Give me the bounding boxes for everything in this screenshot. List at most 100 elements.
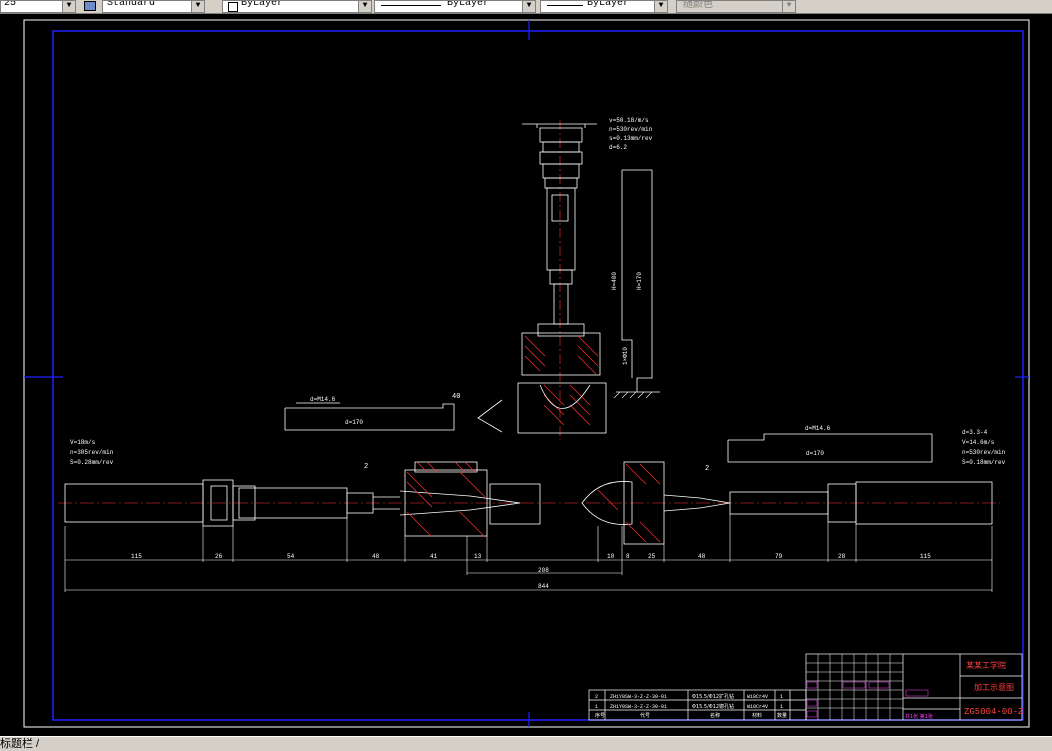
top-note-line: d=6.2: [609, 144, 627, 151]
drawing-frame: [52, 30, 1024, 721]
part-no: 1: [595, 704, 598, 710]
header-no: 序号: [595, 712, 605, 719]
school-name: 某某工学院: [966, 660, 1006, 670]
top-note-line: s=0.13mm/rev: [609, 135, 653, 142]
bubble-2b: 2: [705, 465, 709, 473]
drawing-number: ZG5004-00-Z: [964, 707, 1024, 717]
top-note-line: n=530rev/min: [609, 126, 653, 133]
color-swatch-icon: [228, 2, 238, 12]
sheet-border: [23, 19, 1030, 728]
scale-value: 25: [4, 0, 17, 9]
left-note-line: n=305rev/min: [70, 449, 114, 456]
part-material: W18Cr4V: [747, 694, 768, 700]
chevron-down-icon[interactable]: ▼: [62, 1, 75, 12]
dim-value: 8: [626, 553, 630, 560]
left-slide: [284, 402, 455, 431]
right-note-line: V=14.6m/s: [962, 439, 995, 446]
dim-value: 79: [775, 553, 783, 560]
part-name: Φ15.5/Φ12锪孔钻: [692, 703, 734, 710]
dim-value: 54: [287, 553, 295, 560]
right-bar-value: d=170: [806, 450, 824, 457]
linetype-preview: [381, 5, 441, 6]
dim-value: 115: [131, 553, 142, 560]
dim-value: 28: [838, 553, 846, 560]
vertical-label-3: 1×Φ10: [622, 347, 629, 365]
dim-value: 115: [920, 553, 931, 560]
dim-value: 13: [474, 553, 482, 560]
part-code: ZH1Y0SW-3-Z-Z-30-01: [610, 694, 667, 700]
dim-value: 48: [698, 553, 706, 560]
parts-list-text: 2 ZH1Y0SW-3-Z-Z-30-01 Φ15.5/Φ12扩孔钻 W18Cr…: [595, 693, 787, 719]
header-qty: 数量: [777, 712, 787, 719]
text-style-value: Standard: [107, 0, 156, 9]
part-no: 2: [595, 694, 598, 700]
dim-40: 40: [452, 393, 460, 401]
left-bar-value: d=170: [345, 419, 363, 426]
header-material: 材料: [752, 712, 762, 719]
plotstyle-combobox: 随颜色 ▼: [676, 0, 796, 13]
part-material: W18Cr4V: [747, 704, 768, 710]
title-block: [588, 653, 1023, 721]
chevron-down-icon[interactable]: ▼: [191, 1, 204, 12]
layer-combobox[interactable]: ByLayer ▼: [222, 0, 372, 13]
vertical-label-2: H=170: [636, 272, 643, 290]
part-code: ZH1Y0SW-3-Z-Z-30-01: [610, 704, 667, 710]
dim-value: 10: [607, 553, 615, 560]
dim-844: 844: [538, 583, 549, 590]
right-note-line: n=530rev/min: [962, 449, 1006, 456]
drawing-svg: H=400 H=170 1×Φ10 v=50.18/m/s n=530rev/m…: [23, 19, 1030, 728]
header-code: 代号: [640, 712, 650, 719]
left-cutting-params: V=18m/s n=305rev/min S=0.28mm/rev: [70, 439, 114, 466]
layout-tab-label[interactable]: 标题栏 /: [0, 737, 39, 751]
dim-value: 26: [215, 553, 223, 560]
top-cutting-params: v=50.18/m/s n=530rev/min s=0.13mm/rev d=…: [609, 117, 653, 151]
properties-toolbar: 25 ▼ Standard ▼ ByLayer ▼ ByLayer ▼ ByLa…: [0, 0, 1052, 14]
chevron-down-icon: ▼: [782, 1, 795, 12]
dim-value: 25: [648, 553, 656, 560]
linetype-value: ByLayer: [447, 0, 490, 9]
lineweight-preview: [547, 5, 583, 6]
left-tool-assembly: [64, 461, 541, 537]
sheet-count: 共1张 第1张: [905, 713, 933, 720]
vertical-label-1: H=400: [611, 272, 618, 290]
layer-value: ByLayer: [241, 0, 284, 9]
part-name: Φ15.5/Φ12扩孔钻: [692, 693, 734, 700]
layout-tab-bar: 标题栏 /: [0, 736, 1052, 751]
left-wedge: [477, 399, 503, 433]
dim-value: 48: [372, 553, 380, 560]
lineweight-combobox[interactable]: ByLayer ▼: [540, 0, 668, 13]
top-hatch: [524, 335, 599, 426]
centering-marks: [24, 20, 1029, 727]
left-fixture-hatch: [406, 461, 486, 538]
linetype-combobox[interactable]: ByLayer ▼: [374, 0, 536, 13]
dim-value: 41: [430, 553, 438, 560]
top-spindle: [517, 120, 607, 440]
header-name: 名称: [710, 712, 720, 719]
part-qty: 1: [780, 704, 783, 710]
lineweight-value: ByLayer: [587, 0, 630, 9]
left-note-line: V=18m/s: [70, 439, 96, 446]
right-note-line: d=3.3-4: [962, 429, 988, 436]
right-bar-label: d=M14.6: [805, 425, 831, 432]
chevron-down-icon[interactable]: ▼: [358, 1, 371, 12]
left-note-line: S=0.28mm/rev: [70, 459, 114, 466]
top-note-line: v=50.18/m/s: [609, 117, 649, 124]
right-note-line: S=0.18mm/rev: [962, 459, 1006, 466]
scale-combobox[interactable]: 25 ▼: [0, 0, 76, 13]
right-cutting-params: d=3.3-4 V=14.6m/s n=530rev/min S=0.18mm/…: [962, 429, 1006, 466]
bottom-dimensions: 115 26 54 48 41 13 10 8 25 48 79 28 115 …: [131, 553, 931, 590]
title-block-magenta-grid: [806, 681, 929, 718]
chevron-down-icon[interactable]: ▼: [522, 1, 535, 12]
right-fixture-hatch: [597, 463, 661, 543]
text-style-icon[interactable]: [80, 0, 98, 11]
chevron-down-icon[interactable]: ▼: [654, 1, 667, 12]
right-slide: [727, 433, 933, 463]
left-bar-label: d=M14.6: [310, 396, 336, 403]
dim-208: 208: [538, 567, 549, 574]
part-qty: 1: [780, 694, 783, 700]
bubble-2a: 2: [364, 463, 368, 471]
drawing-canvas[interactable]: H=400 H=170 1×Φ10 v=50.18/m/s n=530rev/m…: [0, 14, 1052, 736]
plotstyle-value: 随颜色: [683, 0, 713, 10]
drawing-name: 加工示意图: [974, 682, 1014, 692]
text-style-combobox[interactable]: Standard ▼: [102, 0, 205, 13]
